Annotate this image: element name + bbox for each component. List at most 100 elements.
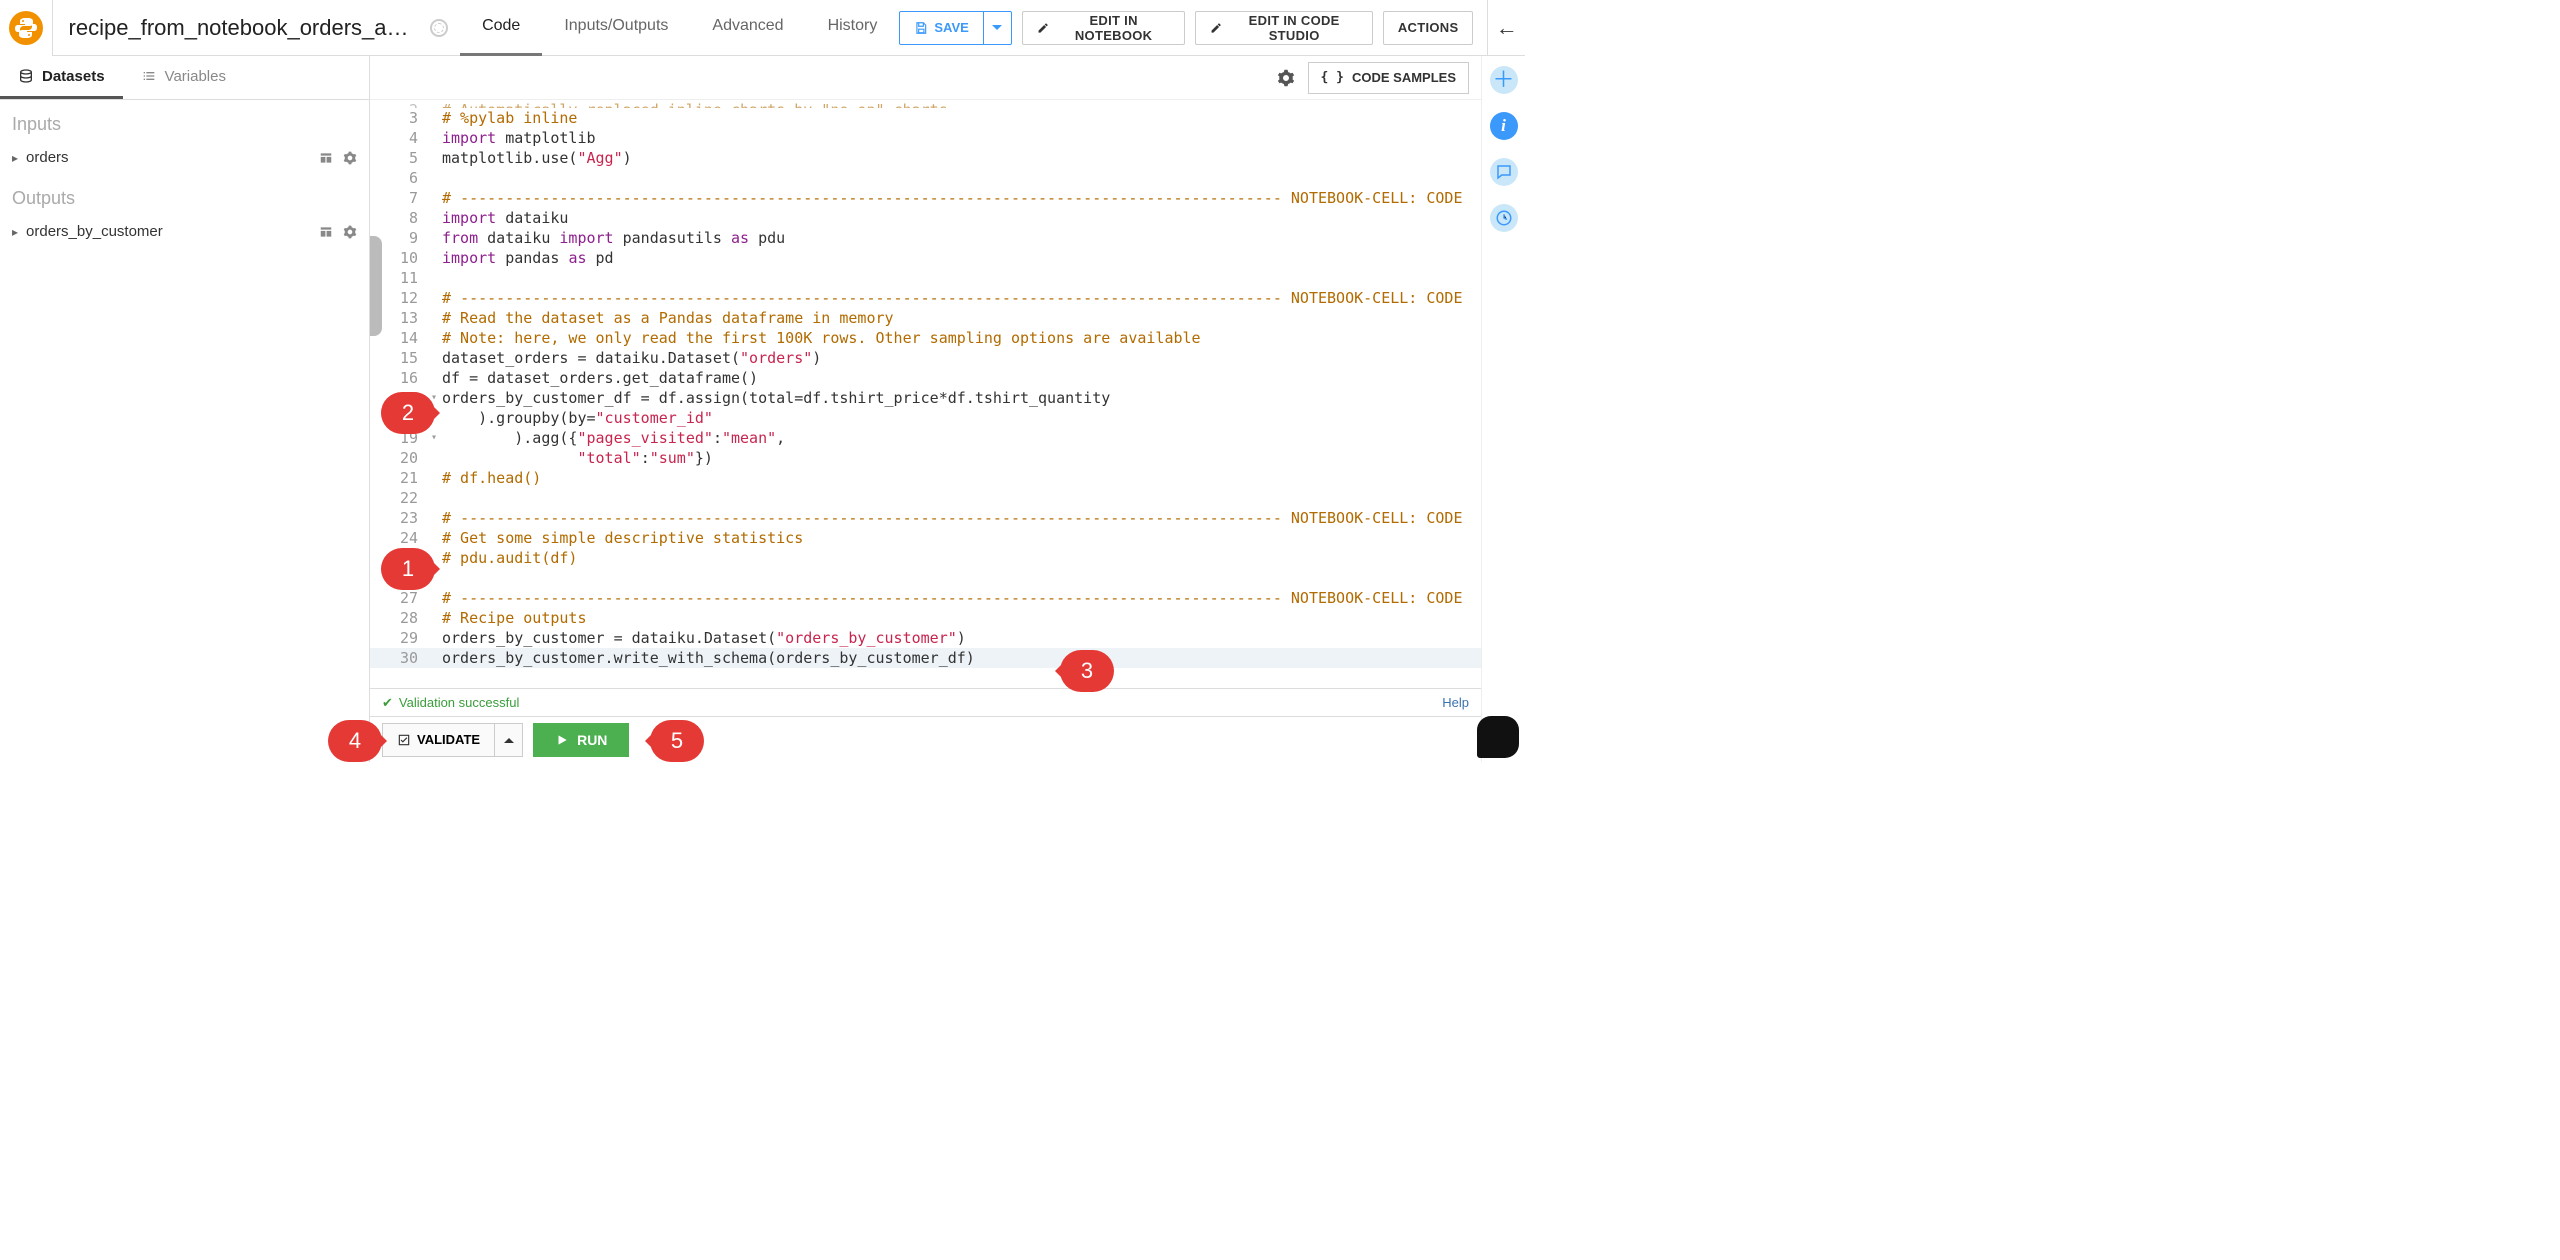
fold-gutter bbox=[426, 588, 442, 608]
code-content: ).groupby(by="customer_id" bbox=[442, 408, 1481, 428]
validate-dropdown[interactable] bbox=[495, 723, 523, 757]
edit-in-code-studio-button[interactable]: EDIT IN CODE STUDIO bbox=[1195, 11, 1373, 45]
code-line[interactable]: 14# Note: here, we only read the first 1… bbox=[370, 328, 1481, 348]
validate-button[interactable]: VALIDATE bbox=[382, 723, 495, 757]
code-line[interactable]: 30orders_by_customer.write_with_schema(o… bbox=[370, 648, 1481, 668]
code-line[interactable]: 7# -------------------------------------… bbox=[370, 188, 1481, 208]
code-line[interactable]: 27# ------------------------------------… bbox=[370, 588, 1481, 608]
sidebar-drag-handle[interactable] bbox=[370, 236, 382, 336]
code-line[interactable]: 24 # Get some simple descriptive statisti… bbox=[370, 528, 1481, 548]
code-content: # Note: here, we only read the first 100… bbox=[442, 328, 1481, 348]
code-line[interactable]: 13# Read the dataset as a Pandas datafra… bbox=[370, 308, 1481, 328]
fold-gutter bbox=[426, 328, 442, 348]
caret-right-icon: ▸ bbox=[12, 225, 18, 239]
inputs-heading: Inputs bbox=[0, 100, 369, 141]
back-arrow[interactable]: ← bbox=[1487, 0, 1525, 56]
line-number: 2 bbox=[370, 100, 426, 108]
help-link[interactable]: Help bbox=[1442, 695, 1469, 710]
code-line[interactable]: 26 bbox=[370, 568, 1481, 588]
sidebar: Datasets Variables Inputs ▸ orders Outpu… bbox=[0, 56, 370, 762]
right-rail: ＋ i bbox=[1481, 56, 1525, 762]
code-line[interactable]: 6 bbox=[370, 168, 1481, 188]
code-line[interactable]: 3# %pylab inline bbox=[370, 108, 1481, 128]
code-content: import pandas as pd bbox=[442, 248, 1481, 268]
line-number: 24 bbox=[370, 528, 426, 548]
fold-gutter bbox=[426, 488, 442, 508]
code-samples-button[interactable]: { } CODE SAMPLES bbox=[1308, 62, 1470, 94]
fold-gutter bbox=[426, 128, 442, 148]
gear-icon[interactable] bbox=[343, 151, 357, 165]
chat-bubble-icon[interactable] bbox=[1477, 716, 1519, 758]
sidebar-tab-datasets[interactable]: Datasets bbox=[0, 56, 123, 99]
line-number: 16 bbox=[370, 368, 426, 388]
code-line[interactable]: 4import matplotlib bbox=[370, 128, 1481, 148]
code-line[interactable]: 15dataset_orders = dataiku.Dataset("orde… bbox=[370, 348, 1481, 368]
gear-icon[interactable] bbox=[343, 225, 357, 239]
chevron-up-icon bbox=[504, 735, 514, 745]
code-line[interactable]: 19▾ ).agg({"pages_visited":"mean", bbox=[370, 428, 1481, 448]
code-content: # --------------------------------------… bbox=[442, 588, 1481, 608]
code-line[interactable]: 10import pandas as pd bbox=[370, 248, 1481, 268]
code-content: # Get some simple descriptive statistics bbox=[442, 528, 1481, 548]
save-button[interactable]: SAVE bbox=[899, 11, 983, 45]
save-dropdown[interactable] bbox=[984, 11, 1012, 45]
sidebar-tab-variables[interactable]: Variables bbox=[123, 56, 244, 99]
rail-discuss-button[interactable] bbox=[1490, 158, 1518, 186]
code-line[interactable]: 20 "total":"sum"}) bbox=[370, 448, 1481, 468]
rail-add-button[interactable]: ＋ bbox=[1490, 66, 1518, 94]
table-icon[interactable] bbox=[319, 151, 333, 165]
code-line[interactable]: 8import dataiku bbox=[370, 208, 1481, 228]
code-line[interactable]: 9from dataiku import pandasutils as pdu bbox=[370, 228, 1481, 248]
tab-advanced[interactable]: Advanced bbox=[690, 0, 805, 56]
output-item-orders-by-customer[interactable]: ▸ orders_by_customer bbox=[0, 215, 369, 248]
tab-code[interactable]: Code bbox=[460, 0, 542, 56]
run-button[interactable]: RUN bbox=[533, 723, 629, 757]
code-line[interactable]: 29orders_by_customer = dataiku.Dataset("… bbox=[370, 628, 1481, 648]
edit-in-notebook-button[interactable]: EDIT IN NOTEBOOK bbox=[1022, 11, 1185, 45]
code-line[interactable]: 23# ------------------------------------… bbox=[370, 508, 1481, 528]
editor-settings-gear[interactable] bbox=[1276, 68, 1296, 88]
code-content: import dataiku bbox=[442, 208, 1481, 228]
code-content bbox=[442, 488, 1481, 508]
code-line[interactable]: 28# Recipe outputs bbox=[370, 608, 1481, 628]
actions-button[interactable]: ACTIONS bbox=[1383, 11, 1474, 45]
rail-info-button[interactable]: i bbox=[1490, 112, 1518, 140]
fold-gutter bbox=[426, 508, 442, 528]
line-number: 20 bbox=[370, 448, 426, 468]
line-number: 3 bbox=[370, 108, 426, 128]
fold-gutter bbox=[426, 648, 442, 668]
fold-gutter bbox=[426, 168, 442, 188]
rail-history-button[interactable] bbox=[1490, 204, 1518, 232]
code-content: orders_by_customer.write_with_schema(ord… bbox=[442, 648, 1481, 668]
fold-gutter bbox=[426, 348, 442, 368]
code-line[interactable]: 5matplotlib.use("Agg") bbox=[370, 148, 1481, 168]
chat-icon bbox=[1495, 163, 1513, 181]
line-number: 4 bbox=[370, 128, 426, 148]
recipe-title: recipe_from_notebook_orders_ana… bbox=[53, 15, 427, 41]
pencil-icon bbox=[1210, 21, 1222, 35]
code-line[interactable]: 2# Automatically replaced inline charts … bbox=[370, 100, 1481, 108]
fold-gutter bbox=[426, 368, 442, 388]
line-number: 22 bbox=[370, 488, 426, 508]
code-editor[interactable]: 2# Automatically replaced inline charts … bbox=[370, 100, 1481, 688]
tab-history[interactable]: History bbox=[806, 0, 900, 56]
python-recipe-icon[interactable] bbox=[0, 0, 53, 56]
code-line[interactable]: 25# pdu.audit(df) bbox=[370, 548, 1481, 568]
fold-gutter bbox=[426, 608, 442, 628]
code-line[interactable]: 16 df = dataset_orders.get_dataframe() bbox=[370, 368, 1481, 388]
code-line[interactable]: 21# df.head() bbox=[370, 468, 1481, 488]
code-line[interactable]: 22 bbox=[370, 488, 1481, 508]
input-item-orders[interactable]: ▸ orders bbox=[0, 141, 369, 174]
table-icon[interactable] bbox=[319, 225, 333, 239]
code-line[interactable]: 18 ).groupby(by="customer_id" bbox=[370, 408, 1481, 428]
line-number: 15 bbox=[370, 348, 426, 368]
code-content: df = dataset_orders.get_dataframe() bbox=[442, 368, 1481, 388]
code-line[interactable]: 11 bbox=[370, 268, 1481, 288]
fold-gutter bbox=[426, 108, 442, 128]
code-line[interactable]: 17▾orders_by_customer_df = df.assign(tot… bbox=[370, 388, 1481, 408]
code-content: # --------------------------------------… bbox=[442, 188, 1481, 208]
code-line[interactable]: 12# ------------------------------------… bbox=[370, 288, 1481, 308]
fold-gutter[interactable]: ▾ bbox=[426, 428, 442, 448]
annotation-callout-2: 2 bbox=[381, 392, 435, 434]
tab-inputs-outputs[interactable]: Inputs/Outputs bbox=[542, 0, 690, 56]
